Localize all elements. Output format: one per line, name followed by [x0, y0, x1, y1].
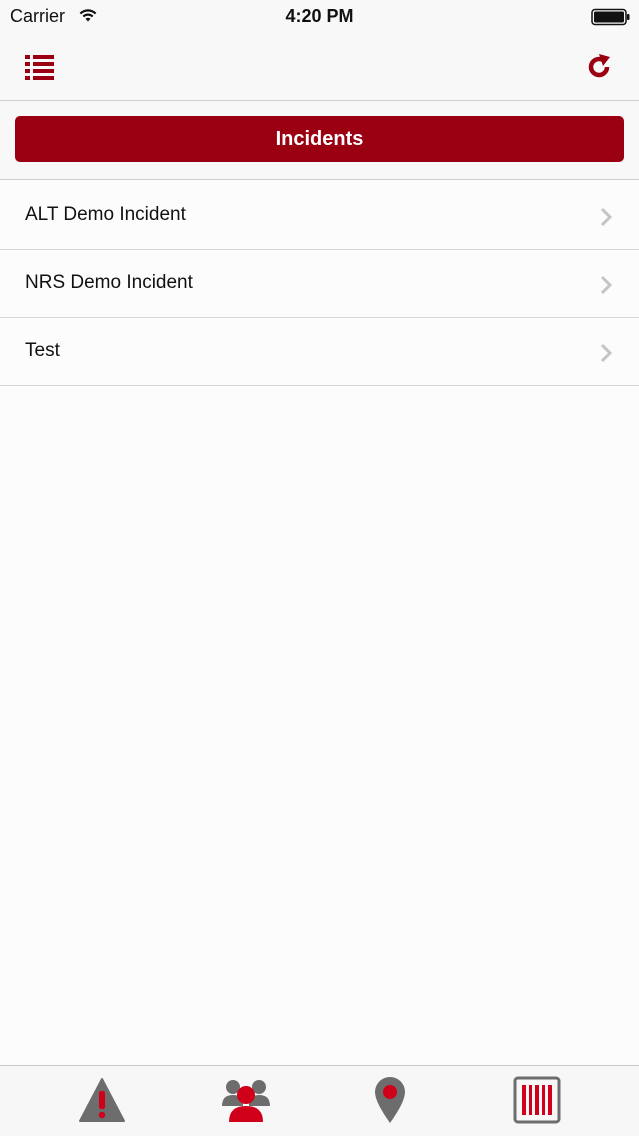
- chevron-right-icon: [600, 207, 613, 227]
- chevron-right-icon: [600, 275, 613, 295]
- incidents-header: Incidents: [15, 116, 624, 162]
- tab-map[interactable]: [360, 1072, 420, 1128]
- incident-label: Test: [25, 340, 60, 361]
- header-bar: Incidents: [0, 101, 639, 180]
- people-icon: [222, 1080, 270, 1122]
- refresh-button[interactable]: [579, 47, 619, 87]
- tab-incidents[interactable]: [72, 1072, 132, 1128]
- tab-barcode[interactable]: [507, 1072, 567, 1128]
- tab-bar: [0, 1065, 639, 1136]
- map-pin-icon: [375, 1077, 405, 1123]
- barcode-icon: [513, 1076, 561, 1124]
- incident-label: NRS Demo Incident: [25, 272, 193, 293]
- incident-row-nrs-demo[interactable]: NRS Demo Incident: [0, 250, 639, 318]
- refresh-icon: [588, 54, 610, 78]
- incident-label: ALT Demo Incident: [25, 204, 186, 225]
- battery-icon: [591, 8, 630, 26]
- chevron-right-icon: [600, 343, 613, 363]
- navigation-bar: [0, 32, 639, 101]
- incident-row-alt-demo[interactable]: ALT Demo Incident: [0, 182, 639, 250]
- incident-row-test[interactable]: Test: [0, 318, 639, 386]
- menu-button[interactable]: [20, 47, 60, 87]
- list-menu-icon: [25, 55, 54, 80]
- status-time: 4:20 PM: [285, 6, 354, 26]
- tab-people[interactable]: [216, 1072, 276, 1128]
- incident-list: ALT Demo Incident NRS Demo Incident Test: [0, 182, 639, 386]
- warning-icon: [79, 1078, 125, 1122]
- status-bar: Carrier 4:20 PM: [0, 0, 639, 32]
